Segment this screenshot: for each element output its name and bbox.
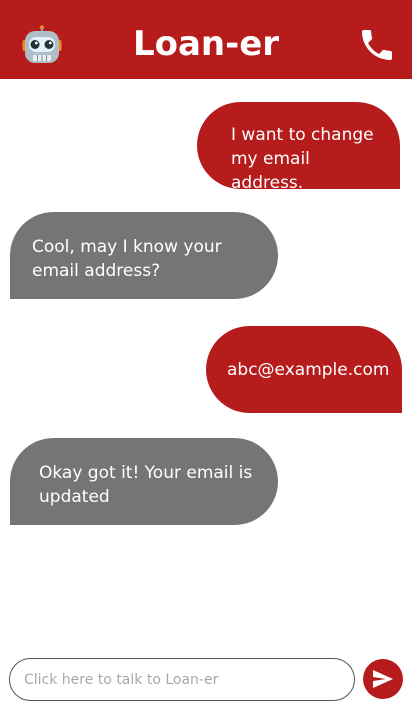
app-title: Loan-er: [132, 24, 280, 64]
send-icon: [373, 670, 393, 688]
phone-icon[interactable]: [357, 25, 397, 65]
app-header: Loan-er: [0, 0, 412, 79]
user-message-bubble: I want to change my email address.: [197, 102, 400, 193]
chat-message-input[interactable]: [9, 658, 355, 701]
send-button[interactable]: [363, 659, 403, 699]
user-message-bubble: abc@example.com: [206, 326, 402, 413]
bot-message-bubble: Okay got it! Your email is updated: [10, 438, 278, 525]
chat-app: Loan-er I want to change my email addres…: [0, 0, 412, 726]
bot-message-bubble: Cool, may I know your email address?: [10, 212, 278, 299]
